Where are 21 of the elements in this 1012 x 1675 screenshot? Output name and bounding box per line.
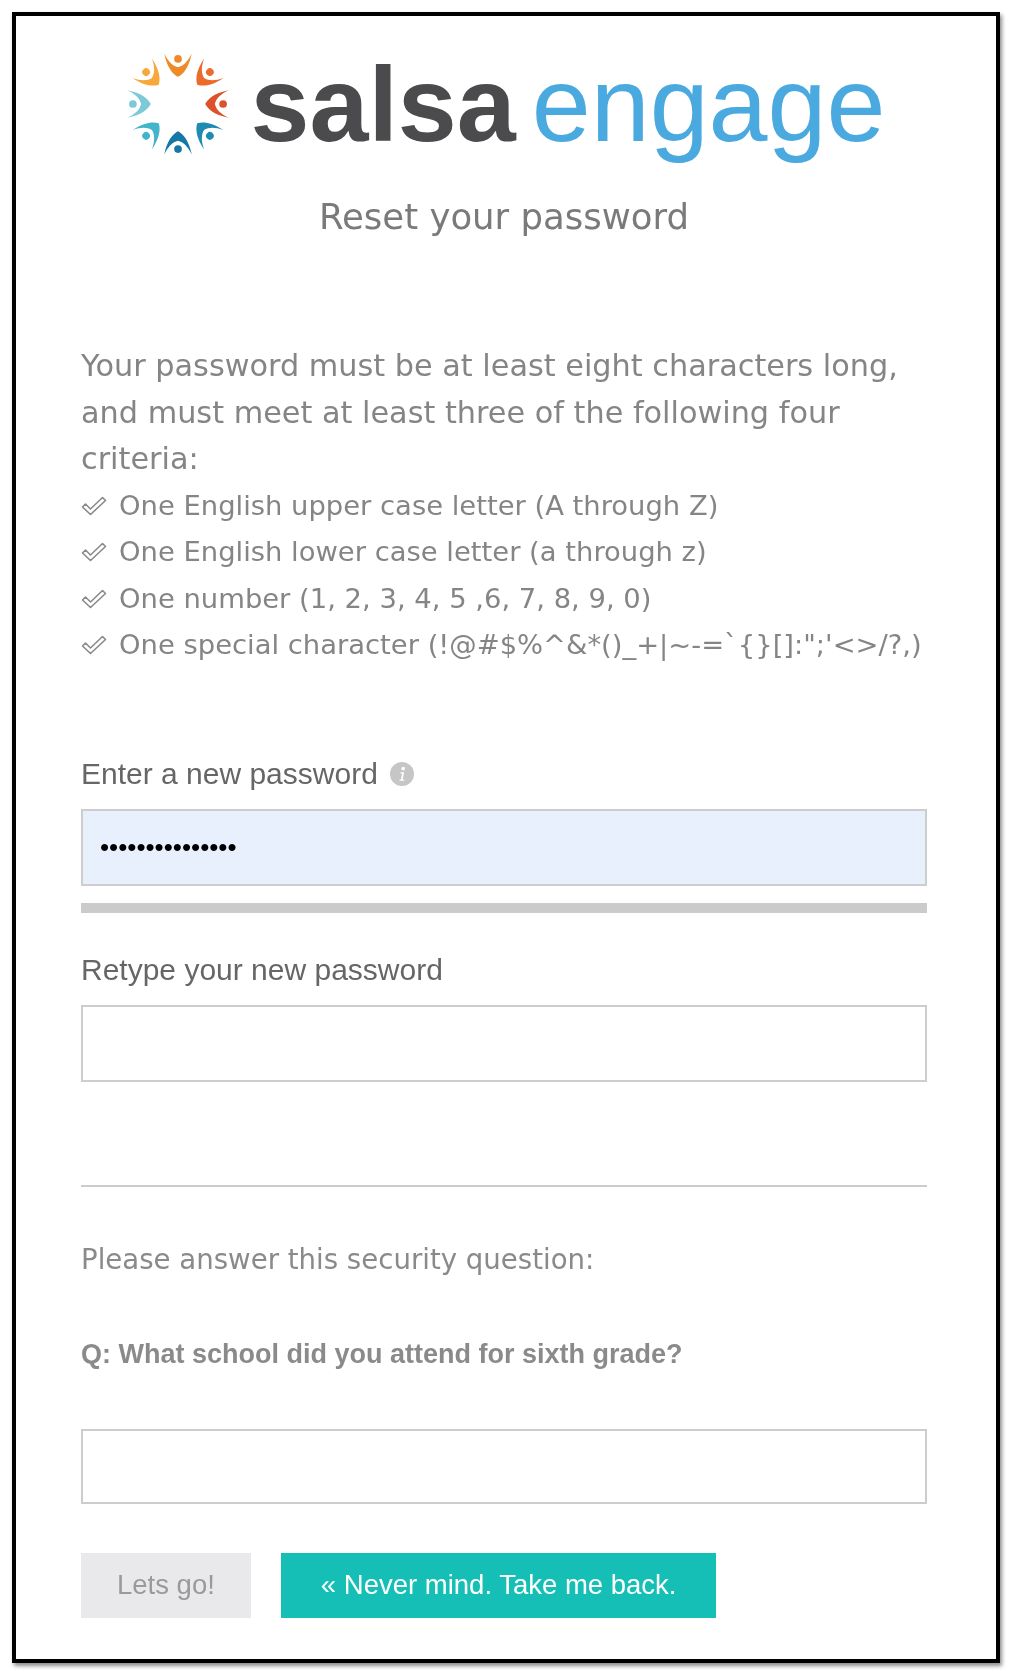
checkmark-icon bbox=[81, 495, 107, 516]
security-answer-field[interactable] bbox=[81, 1428, 927, 1504]
field-label: Retype your new password bbox=[81, 952, 443, 987]
logo-text: salsa bbox=[250, 44, 516, 165]
security-prompt: Please answer this security question: bbox=[81, 1241, 596, 1278]
confirm-password-field[interactable] bbox=[81, 1004, 927, 1082]
criterion-text: One number (1, 2, 3, 4, 5 ,6, 7, 8, 9, 0) bbox=[119, 581, 652, 616]
criterion-text: One English lower case letter (a through z) bbox=[119, 535, 707, 569]
back-button[interactable]: « Never mind. Take me back. bbox=[280, 1552, 717, 1618]
field-label: Enter a new password bbox=[81, 756, 378, 791]
new-password-field[interactable]: ••••••••••••••• bbox=[81, 808, 927, 886]
info-icon[interactable] bbox=[389, 761, 414, 786]
logo-text: engage bbox=[531, 44, 886, 165]
checkmark-icon bbox=[81, 635, 107, 656]
checkmark-icon bbox=[81, 588, 107, 609]
requirements-text: Your password must be at least eight characters long, and must meet at least three of the following four criteria: bbox=[81, 347, 899, 478]
criterion-text: One special character (!@#$%^&*()_+|~-=`{}[]:";'<>/?,) bbox=[119, 628, 922, 663]
criterion-text: One English upper case letter (A through Z) bbox=[119, 488, 719, 523]
security-question: Q: What school did you attend for sixth grade? bbox=[81, 1337, 684, 1371]
page-title: Reset your password bbox=[317, 197, 691, 237]
checkmark-icon bbox=[81, 542, 107, 563]
